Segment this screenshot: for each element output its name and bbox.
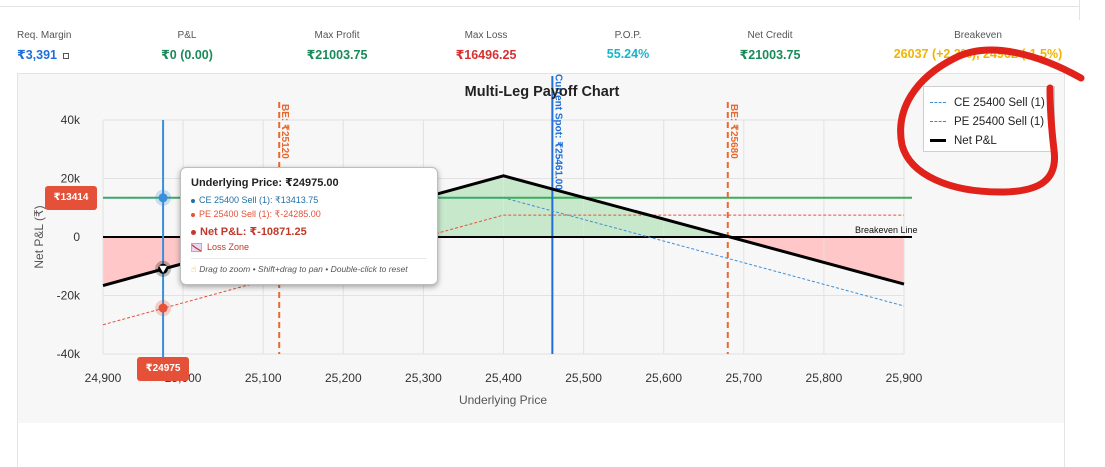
payoff-screen: Req. Margin ₹3,391 P&L ₹0 (0.00) Max Pro…: [0, 0, 1105, 467]
chart-title: Multi-Leg Payoff Chart: [465, 84, 620, 100]
x-tick-label: 25,700: [725, 371, 762, 385]
legend-item-ce[interactable]: CE 25400 Sell (1): [930, 93, 1048, 112]
y-axis-label: Net P&L (₹): [32, 205, 46, 268]
y-tick-label: -20k: [57, 289, 81, 303]
x-tick-label: 25,100: [245, 371, 282, 385]
x-tick-label: 25,400: [485, 371, 522, 385]
breakeven-marker-label: BE: ₹25680: [728, 104, 739, 159]
tooltip-hint: ☝ Drag to zoom • Shift+drag to pan • Doub…: [191, 264, 408, 275]
legend-swatch-ce: [930, 102, 946, 103]
x-tick-label: 25,200: [325, 371, 362, 385]
tooltip-net-row: Net P&L: ₹-10871.25: [191, 225, 427, 238]
tooltip-zone: Loss Zone: [191, 242, 427, 253]
x-tick-label: 25,800: [806, 371, 843, 385]
pointer-hand-icon: ☝: [191, 264, 197, 275]
breakeven-line-label: Breakeven Line: [855, 225, 918, 235]
payoff-chart[interactable]: 24,90025,00025,10025,20025,30025,40025,5…: [0, 0, 1105, 467]
crosshair-point-ce: [158, 193, 168, 203]
x-tick-label: 25,600: [645, 371, 682, 385]
y-tick-label: 0: [73, 230, 80, 244]
ce-dot-icon: [191, 198, 195, 203]
legend-item-pe[interactable]: PE 25400 Sell (1): [930, 112, 1048, 131]
crosshair-x-badge: ₹24975: [137, 357, 189, 381]
x-axis-label: Underlying Price: [459, 393, 547, 407]
hover-tooltip: Underlying Price: ₹24975.00 CE 25400 Sel…: [180, 167, 438, 285]
y-tick-label: 20k: [61, 172, 81, 186]
x-tick-label: 24,900: [85, 371, 122, 385]
x-tick-label: 25,900: [886, 371, 923, 385]
chart-legend: CE 25400 Sell (1) PE 25400 Sell (1) Net …: [923, 86, 1055, 152]
crosshair-point-pe: [158, 303, 168, 313]
legend-swatch-net: [930, 139, 946, 142]
crosshair-y-badge: ₹13414: [45, 186, 97, 210]
tooltip-title: Underlying Price: ₹24975.00: [191, 177, 339, 189]
legend-item-net[interactable]: Net P&L: [930, 131, 1048, 150]
tooltip-pe-row: PE 25400 Sell (1): ₹-24285.00: [191, 209, 427, 220]
pe-dot-icon: [191, 212, 195, 217]
breakeven-marker-label: BE: ₹25120: [279, 104, 290, 159]
x-tick-label: 25,500: [565, 371, 602, 385]
y-tick-label: 40k: [61, 113, 81, 127]
tooltip-ce-row: CE 25400 Sell (1): ₹13413.75: [191, 195, 427, 206]
net-dot-icon: [191, 229, 196, 235]
legend-swatch-pe: [930, 121, 946, 122]
x-tick-label: 25,300: [405, 371, 442, 385]
trend-down-icon: [191, 243, 202, 253]
y-tick-label: -40k: [57, 347, 81, 361]
tooltip-divider: [191, 258, 427, 260]
